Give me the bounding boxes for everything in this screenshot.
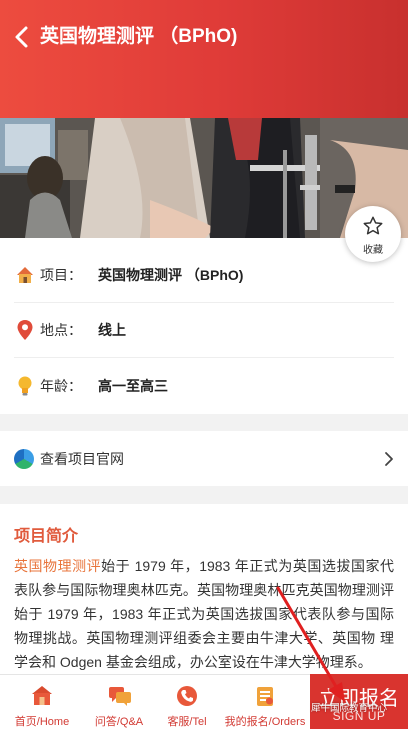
tab-tel[interactable]: 客服/Tel <box>154 675 220 729</box>
intro-body: 始于 1979 年，1983 年正式为英国选拔国家代表队参与国际物理奥林匹克。英… <box>14 558 394 670</box>
page-title: 英国物理测评 （BPhO) <box>40 26 238 47</box>
tab-qa[interactable]: 问答/Q&A <box>84 675 154 729</box>
chevron-right-icon <box>385 452 393 466</box>
back-button[interactable] <box>12 24 34 50</box>
tab-qa-label: 问答/Q&A <box>94 716 144 728</box>
intro-title: 项目简介 <box>14 528 79 545</box>
project-value: 英国物理测评 （BPhO) <box>98 267 244 283</box>
phone-icon <box>177 686 197 706</box>
tab-orders-label: 我的报名/Orders <box>224 716 306 728</box>
age-value: 高一至高三 <box>98 377 168 394</box>
project-label: 项目： <box>40 267 82 283</box>
favorite-button[interactable]: 收藏 <box>345 206 401 262</box>
tab-home[interactable]: 首页/Home <box>0 675 84 729</box>
hero-banner: 英国物理测评 （BPhO) <box>0 0 408 238</box>
tab-home-label: 首页/Home <box>14 716 70 728</box>
location-label: 地点： <box>40 322 82 338</box>
age-label: 年龄： <box>40 377 82 394</box>
official-site-link[interactable]: 查看项目官网 <box>0 431 408 486</box>
info-row-age: 年龄： 高一至高三 <box>14 358 394 413</box>
star-icon <box>363 216 383 235</box>
home-icon <box>32 686 52 705</box>
favorite-label: 收藏 <box>363 245 383 256</box>
location-value: 线上 <box>98 322 126 338</box>
tab-orders[interactable]: 我的报名/Orders <box>220 675 310 729</box>
info-row-location: 地点： 线上 <box>14 303 394 358</box>
chat-bubbles-icon <box>109 687 131 706</box>
info-row-project: 项目： 英国物理测评 （BPhO) <box>14 248 394 303</box>
intro-section: 项目简介 英国物理测评始于 1979 年，1983 年正式为英国选拔国家代表队参… <box>0 504 408 674</box>
watermark-text: 犀牛国际教育中心 <box>311 703 388 714</box>
clipboard-icon <box>257 687 273 706</box>
intro-highlight: 英国物理测评 <box>14 558 102 574</box>
chevron-left-icon <box>15 26 28 48</box>
official-site-label: 查看项目官网 <box>40 450 124 467</box>
project-info-card: 项目： 英国物理测评 （BPhO) 地点： 线上 年龄： 高一至高三 <box>0 238 408 414</box>
globe-icon <box>14 448 34 469</box>
tab-tel-label: 客服/Tel <box>167 716 207 728</box>
house-icon <box>14 264 36 286</box>
app-header: 英国物理测评 （BPhO) <box>0 0 408 118</box>
lightbulb-icon <box>14 375 36 397</box>
location-pin-icon <box>14 319 36 341</box>
intro-paragraph: 英国物理测评始于 1979 年，1983 年正式为英国选拔国家代表队参与国际物理… <box>14 554 394 674</box>
